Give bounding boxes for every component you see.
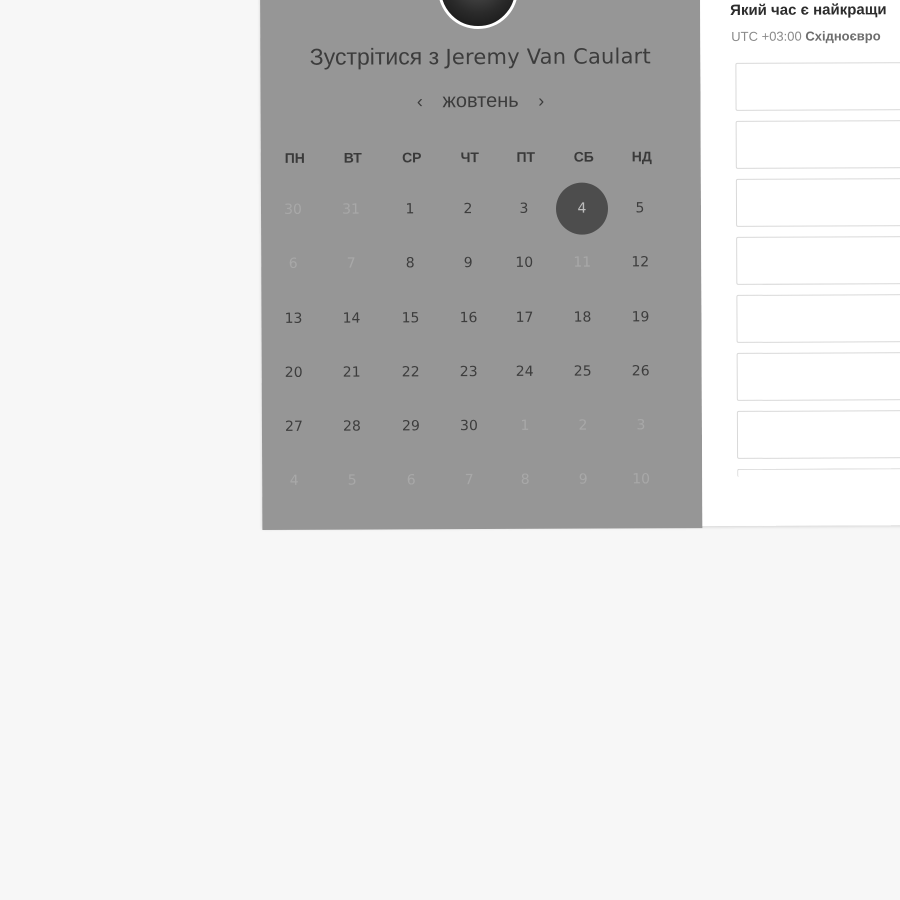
calendar-day: 31 — [342, 201, 360, 218]
calendar-day: 30 — [284, 201, 302, 218]
calendar-day[interactable]: 10 — [498, 237, 550, 289]
calendar-day[interactable]: 26 — [615, 345, 667, 397]
calendar-day[interactable]: 25 — [557, 345, 609, 397]
calendar-day[interactable]: 5 — [614, 182, 666, 234]
calendar-day[interactable]: 2 — [442, 183, 494, 235]
time-selection-panel: Який час є найкращи UTC +03:00 Східноєвр… — [699, 0, 900, 527]
scheduler-card: Зустрітися з Jeremy Van Caulart ‹ жовтен… — [260, 0, 900, 530]
calendar-day: 2 — [578, 417, 588, 434]
calendar-day: 6 — [288, 255, 298, 272]
calendar-day: 4 — [289, 472, 299, 489]
calendar-day[interactable]: 22 — [385, 346, 437, 398]
calendar-day: 1 — [520, 417, 530, 434]
time-question-heading: Який час є найкращи — [730, 1, 887, 19]
calendar-panel: Зустрітися з Jeremy Van Caulart ‹ жовтен… — [260, 0, 703, 530]
calendar-day: 11 — [573, 254, 592, 271]
calendar-day[interactable]: 19 — [614, 291, 666, 343]
timezone-name: Східноєвро — [805, 28, 881, 44]
calendar-grid: 30 31 1 2 3 4 5 6 7 8 9 10 11 12 13 14 15 16 17 18 19 20 21 22 2… — [260, 0, 702, 530]
time-slot-button[interactable]: 1 — [735, 62, 900, 111]
calendar-day: 3 — [636, 417, 646, 434]
calendar-day: 9 — [578, 471, 588, 488]
calendar-day: 10 — [632, 471, 651, 488]
calendar-day[interactable]: 15 — [384, 292, 436, 344]
calendar-day: 6 — [406, 472, 416, 489]
calendar-day: 7 — [346, 255, 356, 272]
calendar-day[interactable]: 1 — [384, 183, 436, 235]
time-slot-button[interactable]: 1 — [735, 178, 900, 227]
time-slot-button[interactable]: 1 — [735, 120, 900, 169]
calendar-day[interactable]: 17 — [498, 292, 550, 344]
calendar-day[interactable]: 20 — [268, 347, 320, 399]
time-slot-button-partial[interactable] — [737, 468, 900, 477]
calendar-day: 5 — [347, 472, 357, 489]
calendar-day[interactable]: 13 — [267, 293, 319, 345]
calendar-day[interactable]: 24 — [499, 346, 551, 398]
calendar-day[interactable]: 16 — [442, 292, 494, 344]
calendar-day[interactable]: 29 — [385, 400, 437, 452]
time-slot-button[interactable]: 1 — [736, 352, 900, 401]
calendar-day[interactable]: 18 — [556, 291, 608, 343]
calendar-day[interactable]: 27 — [268, 401, 320, 453]
timezone-label[interactable]: UTC +03:00 Східноєвро — [731, 28, 880, 44]
time-slot-button[interactable]: 1 — [736, 236, 900, 285]
calendar-day[interactable]: 3 — [498, 183, 550, 235]
calendar-day[interactable]: 9 — [442, 237, 494, 289]
timezone-offset: UTC +03:00 — [731, 28, 802, 44]
calendar-day[interactable]: 28 — [326, 400, 378, 452]
calendar-day[interactable]: 14 — [325, 292, 377, 344]
selected-day[interactable]: 4 — [555, 182, 609, 235]
calendar-day[interactable]: 8 — [384, 237, 436, 289]
calendar-day[interactable]: 12 — [614, 236, 666, 288]
calendar-day[interactable]: 23 — [443, 346, 495, 398]
calendar-day[interactable]: 30 — [443, 400, 495, 452]
time-slot-button[interactable]: 1 — [736, 410, 900, 459]
time-slot-button[interactable]: 1 — [736, 294, 900, 343]
calendar-day[interactable]: 21 — [326, 346, 378, 398]
calendar-day: 8 — [520, 471, 530, 488]
calendar-day: 7 — [464, 472, 474, 489]
